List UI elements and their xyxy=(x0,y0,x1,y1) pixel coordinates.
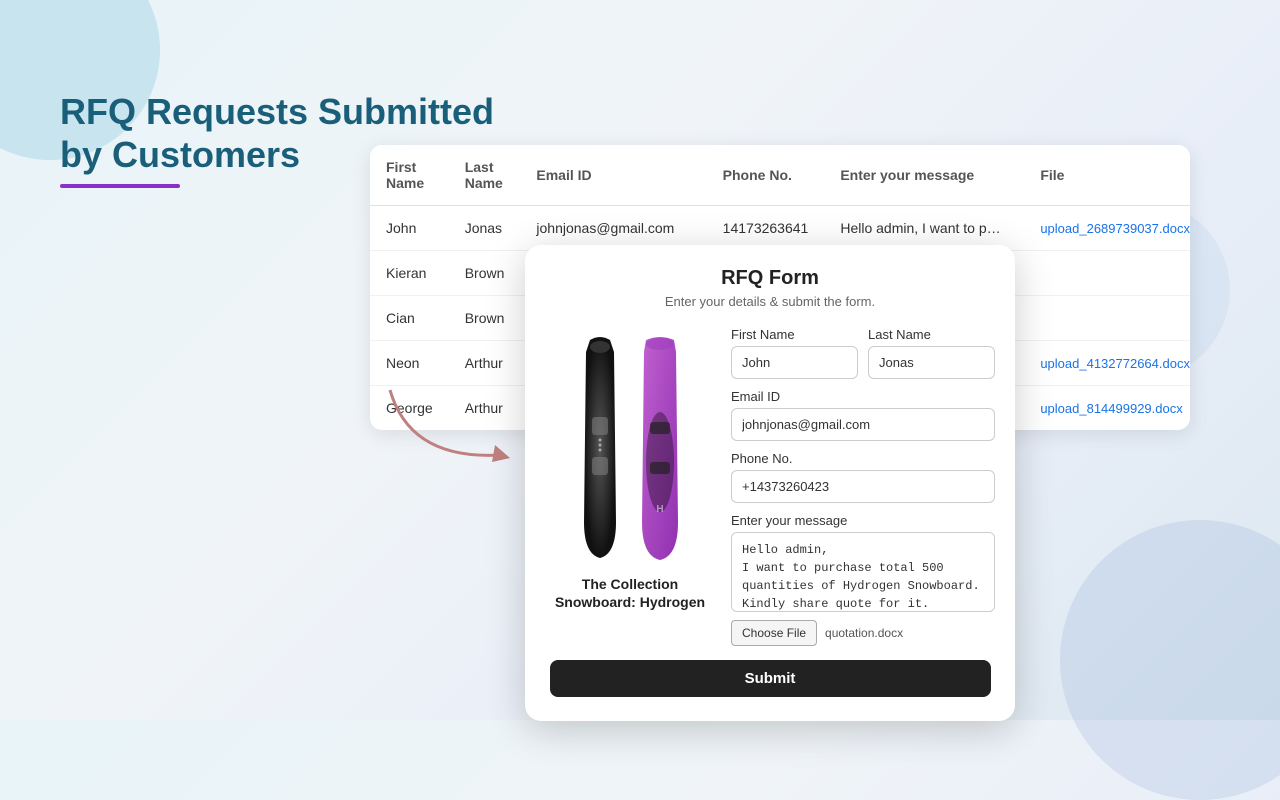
file-upload-row: Choose File quotation.docx xyxy=(731,620,995,646)
cell-first-name: John xyxy=(370,206,449,251)
table-row: JohnJonasjohnjonas@gmail.com14173263641H… xyxy=(370,206,1190,251)
cell-file[interactable]: upload_4132772664.docx xyxy=(1024,341,1190,386)
col-header-email: Email ID xyxy=(520,145,706,206)
submit-button[interactable]: Submit xyxy=(550,660,991,697)
col-header-last-name: Last Name xyxy=(449,145,521,206)
choose-file-button[interactable]: Choose File xyxy=(731,620,817,646)
col-header-phone: Phone No. xyxy=(707,145,825,206)
email-input[interactable] xyxy=(731,408,995,441)
last-name-input[interactable] xyxy=(868,346,995,379)
cell-last-name: Brown xyxy=(449,251,521,296)
message-textarea[interactable]: Hello admin, I want to purchase total 50… xyxy=(731,532,995,612)
cell-file[interactable]: upload_2689739037.docx xyxy=(1024,206,1190,251)
cell-first-name: Cian xyxy=(370,296,449,341)
first-name-group: First Name xyxy=(731,327,858,379)
col-header-message: Enter your message xyxy=(824,145,1024,206)
snowboard-purple: H xyxy=(632,332,688,562)
file-name-label: quotation.docx xyxy=(825,626,903,640)
modal-subtitle: Enter your details & submit the form. xyxy=(545,294,995,309)
product-name: The CollectionSnowboard: Hydrogen xyxy=(555,575,705,611)
name-row: First Name Last Name xyxy=(731,327,995,379)
bg-decoration-br xyxy=(1060,520,1280,800)
first-name-label: First Name xyxy=(731,327,858,342)
first-name-input[interactable] xyxy=(731,346,858,379)
rfq-modal: RFQ Form Enter your details & submit the… xyxy=(525,245,1015,721)
cell-email: johnjonas@gmail.com xyxy=(520,206,706,251)
cell-last-name: Arthur xyxy=(449,341,521,386)
cell-first-name: Kieran xyxy=(370,251,449,296)
cell-last-name: Brown xyxy=(449,296,521,341)
snowboard-black xyxy=(572,332,628,562)
cell-first-name: Neon xyxy=(370,341,449,386)
product-side: H The CollectionSnowboard: Hydrogen xyxy=(545,327,715,656)
page-title-line2: by Customers xyxy=(60,134,300,175)
col-header-first-name: First Name xyxy=(370,145,449,206)
table-header-row: First Name Last Name Email ID Phone No. … xyxy=(370,145,1190,206)
svg-text:H: H xyxy=(656,504,663,515)
cell-file xyxy=(1024,251,1190,296)
cell-file xyxy=(1024,296,1190,341)
cell-file[interactable]: upload_814499929.docx xyxy=(1024,386,1190,431)
arrow-decoration xyxy=(380,380,540,485)
modal-header: RFQ Form Enter your details & submit the… xyxy=(525,245,1015,317)
phone-label: Phone No. xyxy=(731,451,995,466)
phone-input[interactable] xyxy=(731,470,995,503)
message-group: Enter your message Hello admin, I want t… xyxy=(731,513,995,612)
modal-body: H The CollectionSnowboard: Hydrogen Firs… xyxy=(525,317,1015,656)
page-title-line1: RFQ Requests Submitted xyxy=(60,91,494,132)
email-group: Email ID xyxy=(731,389,995,441)
cell-phone: 14173263641 xyxy=(707,206,825,251)
cell-message: Hello admin, I want to purchase total 50… xyxy=(824,206,1024,251)
col-header-file: File xyxy=(1024,145,1190,206)
email-label: Email ID xyxy=(731,389,995,404)
form-side: First Name Last Name Email ID Phone No. xyxy=(731,327,995,656)
last-name-label: Last Name xyxy=(868,327,995,342)
message-label: Enter your message xyxy=(731,513,995,528)
last-name-group: Last Name xyxy=(868,327,995,379)
modal-title: RFQ Form xyxy=(545,267,995,290)
title-underline xyxy=(60,184,180,188)
snowboard-image: H xyxy=(550,327,710,567)
cell-last-name: Jonas xyxy=(449,206,521,251)
phone-group: Phone No. xyxy=(731,451,995,503)
